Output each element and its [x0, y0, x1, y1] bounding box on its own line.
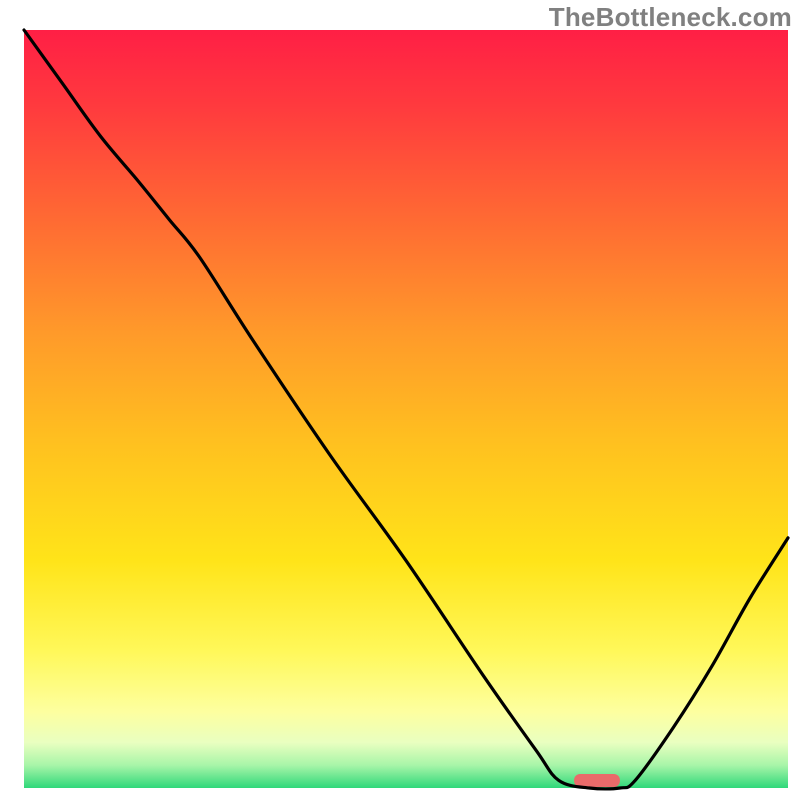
sweet-spot-marker [574, 774, 620, 787]
chart-canvas: TheBottleneck.com [0, 0, 800, 800]
gradient-background [24, 30, 788, 788]
bottleneck-chart [0, 0, 800, 800]
